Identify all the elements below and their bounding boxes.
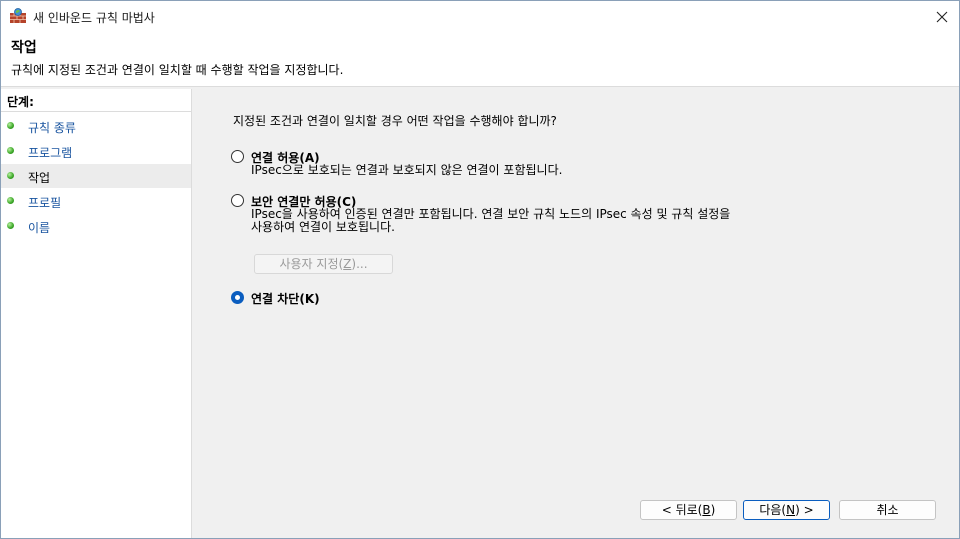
page-title: 작업	[11, 40, 37, 56]
step-label: 작업	[28, 171, 51, 185]
button-text: )...	[351, 257, 368, 271]
option-description: IPsec을 사용하여 인증된 연결만 포함됩니다. 연결 보안 규칙 노드의 …	[251, 208, 730, 234]
status-dot-icon	[7, 197, 14, 204]
status-dot-icon	[7, 222, 14, 229]
customize-button: 사용자 지정(Z)...	[254, 254, 393, 274]
window-title: 새 인바운드 규칙 마법사	[33, 11, 155, 25]
radio-allow[interactable]	[231, 150, 244, 163]
button-text: < 뒤로(	[661, 503, 703, 517]
radio-allow-secure[interactable]	[231, 194, 244, 207]
divider	[1, 111, 191, 112]
step-name[interactable]: 이름	[1, 214, 191, 238]
button-text: )	[710, 503, 716, 517]
close-icon	[936, 11, 948, 22]
description-line: IPsec으로 보호되는 연결과 보호되지 않은 연결이 포함됩니다.	[251, 163, 563, 177]
description-line: 사용하여 연결이 보호됩니다.	[251, 220, 395, 234]
step-label[interactable]: 규칙 종류	[28, 119, 76, 136]
cancel-button[interactable]: 취소	[839, 500, 936, 520]
status-dot-icon	[7, 147, 14, 154]
page-description: 규칙에 지정된 조건과 연결이 일치할 때 수행할 작업을 지정합니다.	[11, 63, 344, 77]
close-button[interactable]	[925, 1, 959, 32]
button-text: 사용자 지정(	[279, 257, 344, 271]
next-button[interactable]: 다음(N) >	[743, 500, 830, 520]
button-text: ) >	[795, 503, 814, 517]
content-panel: 지정된 조건과 연결이 일치할 경우 어떤 작업을 수행해야 합니까? 연결 허…	[196, 89, 959, 538]
wizard-window: 새 인바운드 규칙 마법사 작업 규칙에 지정된 조건과 연결이 일치할 때 수…	[0, 0, 960, 539]
step-label[interactable]: 이름	[28, 219, 50, 236]
page-header: 작업 규칙에 지정된 조건과 연결이 일치할 때 수행할 작업을 지정합니다.	[1, 32, 959, 87]
accelerator-key: N	[786, 503, 796, 517]
option-label[interactable]: 연결 차단(K)	[251, 290, 320, 307]
status-dot-icon	[7, 122, 14, 129]
steps-panel: 단계: 규칙 종류 프로그램 작업 프로필 이름	[1, 89, 192, 538]
step-program[interactable]: 프로그램	[1, 139, 191, 163]
firewall-icon	[9, 8, 27, 24]
back-button[interactable]: < 뒤로(B)	[640, 500, 737, 520]
step-label[interactable]: 프로필	[28, 194, 61, 211]
step-action: 작업	[1, 164, 191, 188]
status-dot-icon	[7, 172, 14, 179]
step-rule-type[interactable]: 규칙 종류	[1, 114, 191, 138]
accelerator-key: B	[702, 503, 711, 517]
step-label[interactable]: 프로그램	[28, 144, 72, 161]
question-text: 지정된 조건과 연결이 일치할 경우 어떤 작업을 수행해야 합니까?	[233, 114, 557, 128]
steps-heading: 단계:	[7, 95, 34, 109]
radio-block[interactable]	[231, 291, 244, 304]
title-bar: 새 인바운드 규칙 마법사	[1, 1, 959, 32]
option-description: IPsec으로 보호되는 연결과 보호되지 않은 연결이 포함됩니다.	[251, 164, 562, 177]
step-profile[interactable]: 프로필	[1, 189, 191, 213]
button-text: 다음(	[759, 503, 787, 517]
